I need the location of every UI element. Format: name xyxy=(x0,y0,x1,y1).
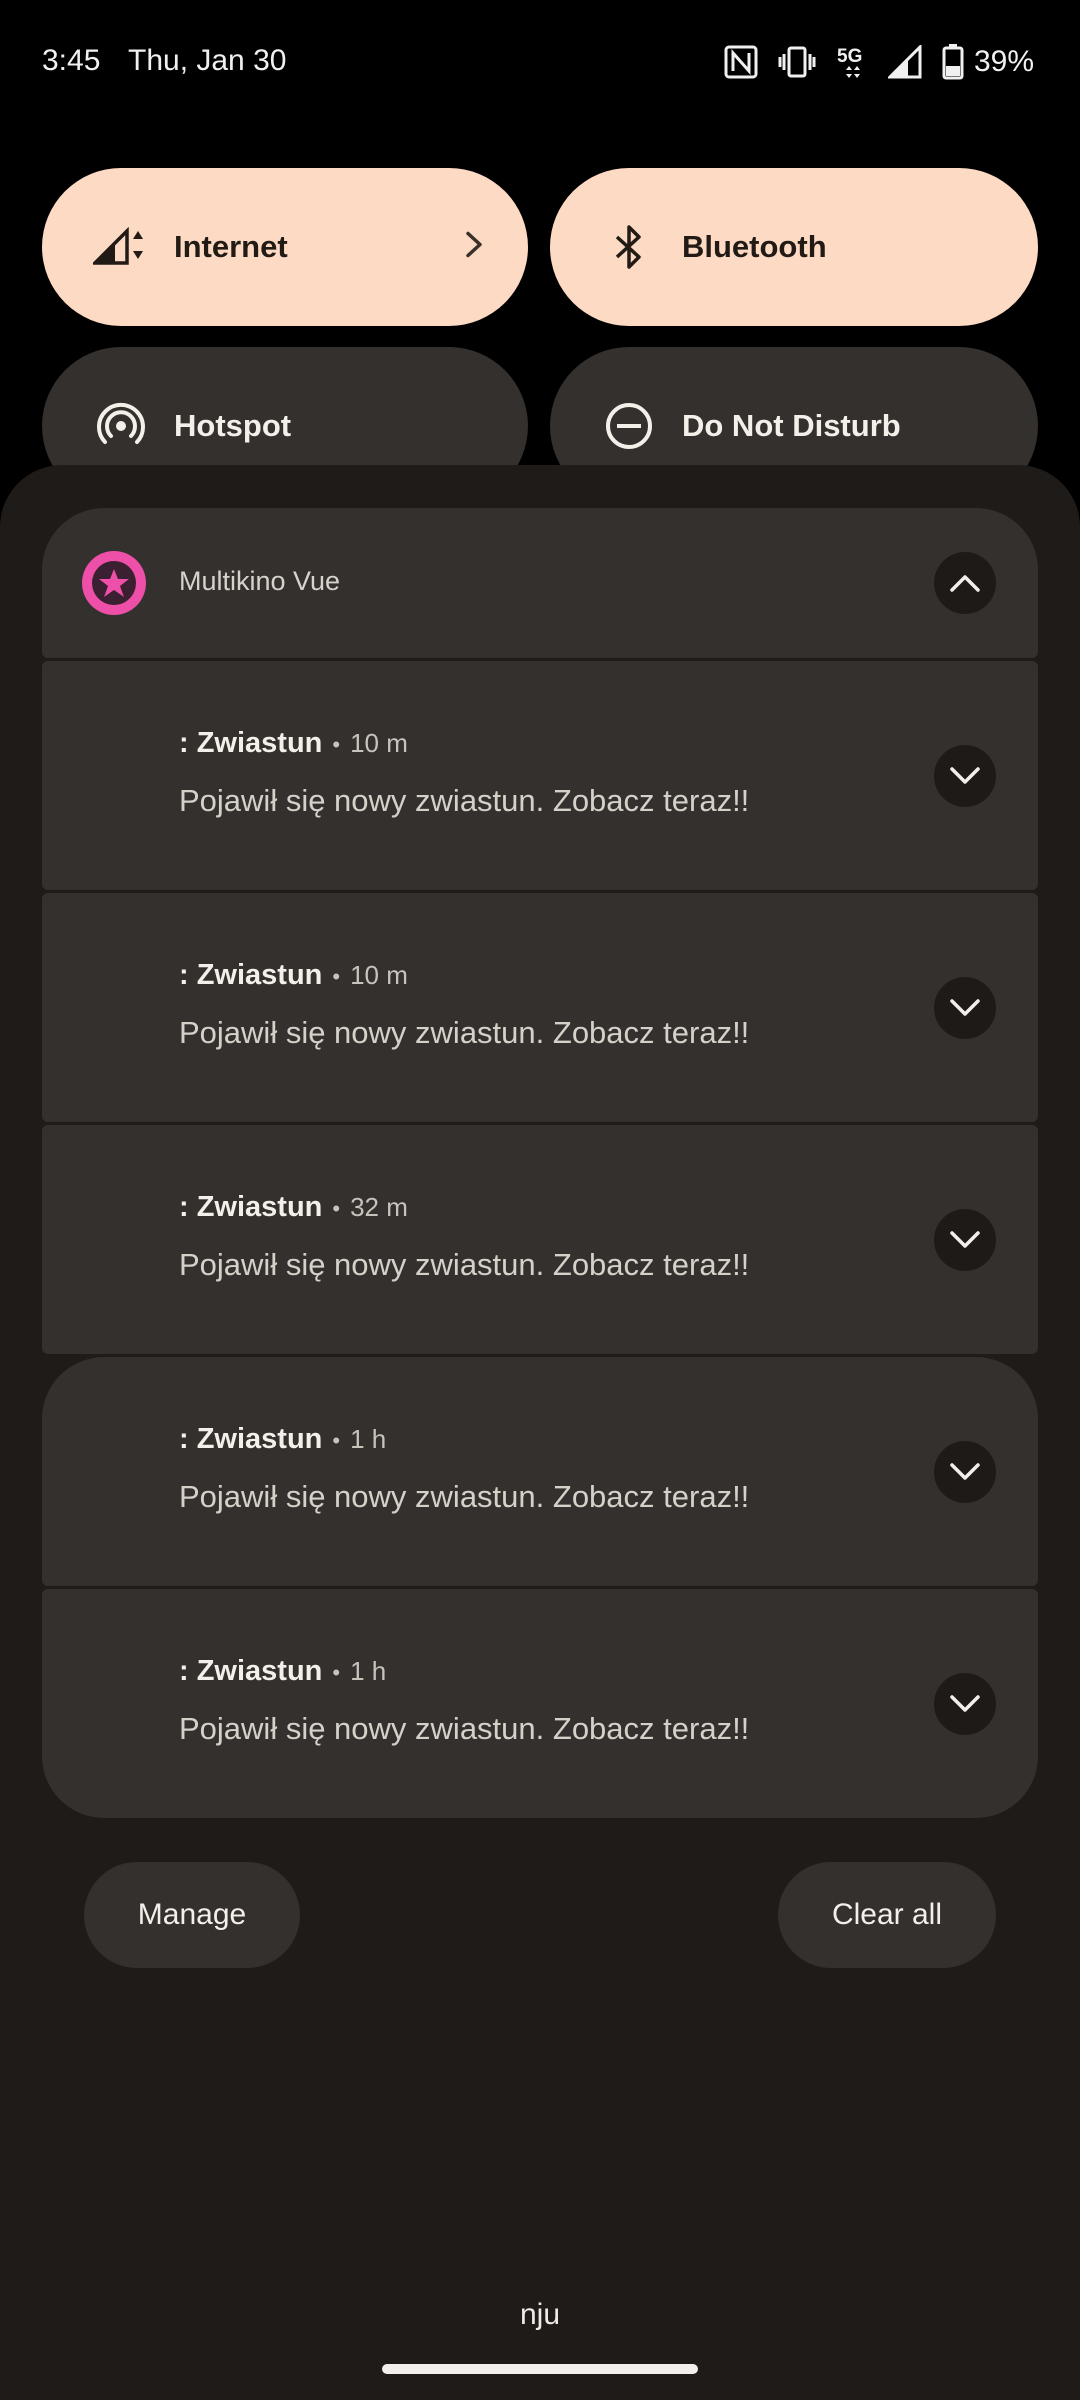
notification-title: : Zwiastun xyxy=(179,1423,323,1455)
notification-item[interactable]: : Zwiastun • 10 m Pojawił się nowy zwias… xyxy=(42,661,1038,890)
dnd-icon xyxy=(600,397,658,455)
expand-button[interactable] xyxy=(934,1673,996,1735)
expand-button[interactable] xyxy=(934,977,996,1039)
battery-icon xyxy=(942,44,964,80)
manage-button[interactable]: Manage xyxy=(84,1862,300,1968)
status-date: Thu, Jan 30 xyxy=(128,44,287,77)
tile-label-dnd: Do Not Disturb xyxy=(682,408,901,443)
status-time: 3:45 xyxy=(42,44,101,77)
expand-button[interactable] xyxy=(934,1441,996,1503)
separator-dot: • xyxy=(332,732,341,757)
signal-data-icon xyxy=(92,218,150,276)
notification-text: Pojawił się nowy zwiastun. Zobacz teraz!… xyxy=(179,1247,750,1282)
notification-time: 10 m xyxy=(350,728,408,758)
status-bar: 3:45 Thu, Jan 30 5G 39% xyxy=(0,0,1080,130)
notification-time: 1 h xyxy=(350,1424,387,1454)
app-name: Multikino Vue xyxy=(179,566,341,596)
multikino-star-icon xyxy=(82,551,146,615)
home-indicator[interactable] xyxy=(382,2364,698,2374)
separator-dot: • xyxy=(332,1196,341,1221)
status-icons: 5G 39% xyxy=(724,40,1034,84)
signal-icon xyxy=(887,45,922,79)
tile-bluetooth[interactable]: Bluetooth xyxy=(550,168,1038,326)
tile-label-bluetooth: Bluetooth xyxy=(682,229,827,264)
notification-time: 10 m xyxy=(350,960,408,990)
svg-text:5G: 5G xyxy=(837,46,862,67)
chevron-down-icon xyxy=(950,767,980,784)
chevron-down-icon xyxy=(950,1463,980,1480)
notification-group-header[interactable]: Multikino Vue xyxy=(42,508,1038,658)
notification-text: Pojawił się nowy zwiastun. Zobacz teraz!… xyxy=(179,783,750,818)
notification-text: Pojawił się nowy zwiastun. Zobacz teraz!… xyxy=(179,1015,750,1050)
notification-title: : Zwiastun xyxy=(179,727,323,759)
notification-item[interactable]: : Zwiastun • 10 m Pojawił się nowy zwias… xyxy=(42,893,1038,1122)
separator-dot: • xyxy=(332,1660,341,1685)
vibrate-icon xyxy=(778,45,816,79)
clear-all-button[interactable]: Clear all xyxy=(778,1862,996,1968)
notification-time: 1 h xyxy=(350,1656,387,1686)
collapse-button[interactable] xyxy=(934,552,996,614)
separator-dot: • xyxy=(332,964,341,989)
notification-item[interactable]: : Zwiastun • 1 h Pojawił się nowy zwiast… xyxy=(42,1589,1038,1818)
notification-time: 32 m xyxy=(350,1192,408,1222)
notification-title: : Zwiastun xyxy=(179,959,323,991)
expand-button[interactable] xyxy=(934,745,996,807)
chevron-down-icon xyxy=(950,1231,980,1248)
nfc-icon xyxy=(724,45,758,79)
bluetooth-icon xyxy=(600,218,658,276)
battery-percent: 39% xyxy=(973,45,1034,78)
separator-dot: • xyxy=(332,1428,341,1453)
notification-text: Pojawił się nowy zwiastun. Zobacz teraz!… xyxy=(179,1479,750,1514)
tile-label-hotspot: Hotspot xyxy=(174,408,292,443)
expand-button[interactable] xyxy=(934,1209,996,1271)
tile-internet[interactable]: Internet xyxy=(42,168,528,326)
tile-label-internet: Internet xyxy=(174,229,288,264)
notification-item[interactable]: : Zwiastun • 1 h Pojawił się nowy zwiast… xyxy=(42,1357,1038,1586)
hotspot-icon xyxy=(92,397,150,455)
notification-title: : Zwiastun xyxy=(179,1191,323,1223)
carrier-label: nju xyxy=(519,2298,561,2331)
chevron-down-icon xyxy=(950,999,980,1016)
notification-title: : Zwiastun xyxy=(179,1655,323,1687)
chevron-up-icon xyxy=(950,575,980,592)
chevron-right-icon[interactable] xyxy=(462,230,486,265)
chevron-down-icon xyxy=(950,1695,980,1712)
notification-item[interactable]: : Zwiastun • 32 m Pojawił się nowy zwias… xyxy=(42,1125,1038,1354)
notification-group: Multikino Vue : Zwiastun • 10 m Pojawił … xyxy=(42,508,1038,1818)
5g-icon: 5G xyxy=(836,42,868,82)
notification-text: Pojawił się nowy zwiastun. Zobacz teraz!… xyxy=(179,1711,750,1746)
